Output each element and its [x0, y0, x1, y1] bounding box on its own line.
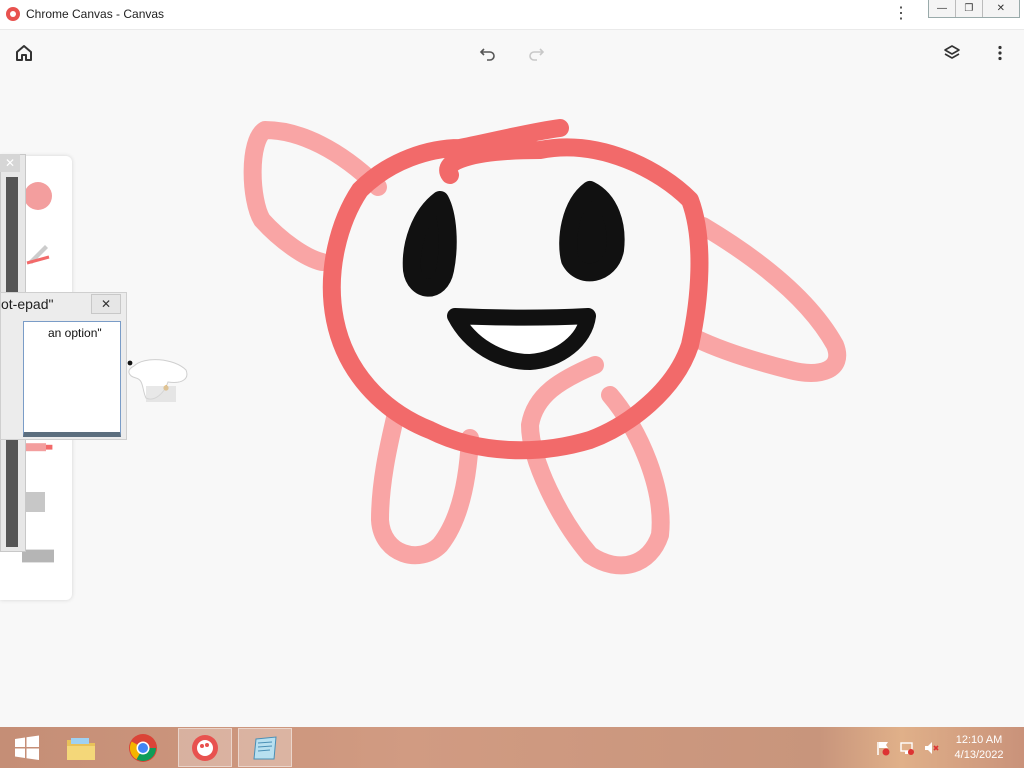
taskbar-file-explorer[interactable] — [54, 728, 108, 767]
restore-button[interactable]: ❐ — [954, 0, 982, 17]
chrome-canvas-icon — [192, 734, 218, 761]
popup-title: ot-epad" — [1, 296, 54, 312]
popup-window: ot-epad" ✕ an option" — [0, 292, 127, 440]
layers-icon[interactable] — [941, 42, 963, 64]
taskbar-notepad[interactable] — [238, 728, 292, 767]
title-bar: Chrome Canvas - Canvas ⋮ — ❐ ✕ — [0, 0, 1024, 30]
selected-color-swatch — [24, 182, 52, 210]
network-icon[interactable] — [899, 740, 915, 756]
taskbar-clock[interactable]: 12:10 AM 4/13/2022 — [948, 733, 1010, 763]
minimize-button[interactable]: — — [929, 0, 955, 17]
taskbar-chrome[interactable] — [116, 728, 170, 767]
app-toolbar — [0, 30, 1024, 74]
undo-icon[interactable] — [477, 42, 499, 64]
window-menu-button[interactable]: ⋮ — [893, 3, 909, 23]
ghost-mascot-icon — [127, 359, 188, 402]
windows-logo-icon — [15, 735, 39, 760]
taskbar-chrome-canvas[interactable] — [178, 728, 232, 767]
window-title: Chrome Canvas - Canvas — [26, 7, 165, 21]
marker-icon — [22, 443, 53, 452]
clock-time: 12:10 AM — [955, 734, 1003, 746]
start-button[interactable] — [0, 728, 54, 767]
pencil-tool-button[interactable] — [22, 486, 54, 518]
home-icon[interactable] — [13, 42, 35, 64]
window-controls: — ❐ ✕ — [928, 0, 1020, 18]
eraser-icon — [22, 549, 54, 563]
eraser-tool-button[interactable] — [22, 540, 54, 572]
folder-icon — [67, 737, 95, 760]
pencil-icon — [25, 492, 45, 512]
popup-listbox[interactable]: an option" — [23, 321, 121, 437]
chrome-icon — [129, 733, 157, 762]
close-button[interactable]: ✕ — [981, 0, 1019, 17]
pen-tool-button[interactable] — [22, 236, 54, 268]
action-center-flag-icon[interactable] — [875, 740, 891, 756]
notepad-icon — [253, 735, 277, 759]
clock-date: 4/13/2022 — [954, 749, 1004, 761]
more-vert-icon[interactable] — [989, 42, 1011, 64]
popup-list-item[interactable]: an option" — [48, 326, 102, 340]
pen-icon — [26, 245, 50, 265]
volume-muted-icon[interactable] — [923, 740, 939, 756]
redo-icon[interactable] — [525, 42, 547, 64]
overlay-close-button[interactable]: ✕ — [0, 154, 20, 172]
color-picker-button[interactable] — [22, 180, 54, 212]
chrome-canvas-icon — [6, 7, 20, 21]
popup-close-button[interactable]: ✕ — [91, 294, 121, 314]
taskbar — [0, 727, 1024, 768]
